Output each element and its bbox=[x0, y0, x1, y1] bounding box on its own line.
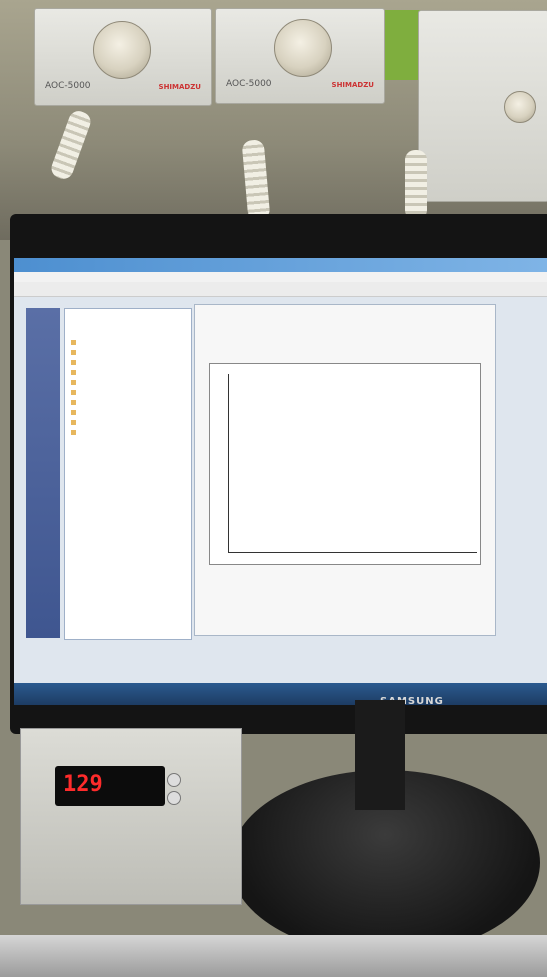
tree-item bbox=[71, 409, 179, 417]
plot-area bbox=[228, 374, 477, 553]
tree-item bbox=[71, 339, 179, 347]
autosampler-unit-right: AOC-5000 SHIMADZU bbox=[215, 8, 385, 104]
chromatogram-graph bbox=[209, 363, 481, 565]
autosampler-label: AOC-5000 bbox=[45, 81, 91, 91]
tree-item bbox=[71, 399, 179, 407]
monitor-stand-neck bbox=[355, 700, 405, 810]
menu-bar bbox=[14, 272, 547, 282]
toolbar bbox=[14, 282, 547, 297]
tree-item bbox=[71, 349, 179, 357]
coiled-tube bbox=[405, 150, 427, 220]
autosampler-unit-left: AOC-5000 SHIMADZU bbox=[34, 8, 212, 106]
tree-item bbox=[71, 419, 179, 427]
left-navigation bbox=[26, 308, 60, 638]
tree-item bbox=[71, 389, 179, 397]
autosampler-brand: SHIMADZU bbox=[331, 81, 374, 89]
tree-item bbox=[71, 359, 179, 367]
controller-display: 129 bbox=[55, 766, 165, 806]
gc-unit-right bbox=[418, 10, 547, 202]
autosampler-brand: SHIMADZU bbox=[158, 83, 201, 91]
tree-item bbox=[71, 379, 179, 387]
windows-taskbar bbox=[14, 683, 547, 705]
autosampler-label: AOC-5000 bbox=[226, 79, 272, 89]
control-button bbox=[167, 773, 181, 787]
knob bbox=[274, 19, 332, 77]
tree-item bbox=[71, 369, 179, 377]
tree-item bbox=[71, 429, 179, 437]
monitor-screen bbox=[14, 258, 547, 688]
keyboard bbox=[0, 935, 547, 977]
temperature-controller bbox=[20, 728, 242, 905]
control-button bbox=[167, 791, 181, 805]
knob bbox=[504, 91, 536, 123]
display-digits: 129 bbox=[63, 772, 103, 797]
knob bbox=[93, 21, 151, 79]
window-titlebar bbox=[14, 258, 547, 272]
file-tree bbox=[64, 308, 192, 640]
